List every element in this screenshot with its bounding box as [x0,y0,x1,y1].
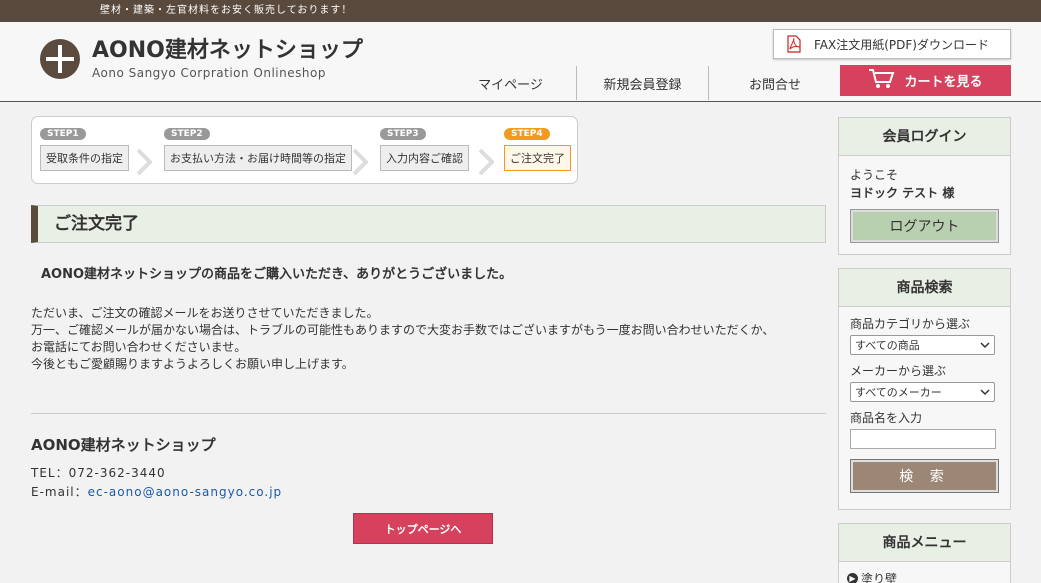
main-content: STEP1 受取条件の指定 STEP2 お支払い方法・お届け時間等の指定 STE… [31,116,826,544]
nav-contact[interactable]: お問合せ [709,66,841,100]
step-2-badge: STEP2 [164,128,210,140]
shop-tel: TEL：072-362-3440 [31,466,166,480]
category-select[interactable]: すべての商品 [850,335,995,355]
top-page-button[interactable]: トップページへ [353,513,493,544]
chevron-right-icon [136,149,152,175]
category-select-value: すべての商品 [855,339,920,352]
product-search-title: 商品検索 [839,269,1010,307]
step-4: STEP4 ご注文完了 [504,125,571,171]
maker-select[interactable]: すべてのメーカー [850,382,995,402]
step-3: STEP3 入力内容ご確認 [380,125,469,171]
chevron-down-icon [980,339,990,352]
divider [31,413,826,414]
maker-label: メーカーから選ぶ [850,364,947,378]
view-cart-button[interactable]: カートを見る [840,65,1011,96]
logo-title: AONO建材ネットショップ [92,38,363,63]
product-menu-title: 商品メニュー [839,524,1010,562]
site-logo[interactable]: AONO建材ネットショップ Aono Sangyo Corpration Onl… [40,38,363,80]
logo-subtitle: Aono Sangyo Corpration Onlineshop [92,66,326,80]
welcome-text: ようこそ [850,168,899,182]
step-3-badge: STEP3 [380,128,426,140]
maker-select-value: すべてのメーカー [855,386,942,399]
topbar-text: 壁材・建築・左官材料をお安く販売しております！ [100,5,353,16]
confirmation-line: 万一、ご確認メールが届かない場合は、トラブルの可能性もありますので大変お手数では… [31,323,775,337]
nav-mypage[interactable]: マイページ [445,66,577,100]
step-1-badge: STEP1 [40,128,86,140]
chevron-right-circle-icon: ▶ [847,573,858,583]
member-name: ヨドック テスト 様 [850,186,955,200]
chevron-down-icon [980,386,990,399]
shop-email-label: E-mail： [31,485,88,499]
topbar: 壁材・建築・左官材料をお安く販売しております！ [0,0,1041,22]
logout-button[interactable]: ログアウト [851,210,998,242]
shop-name: AONO建材ネットショップ [31,436,216,454]
step-4-label: ご注文完了 [504,145,571,171]
chevron-right-icon [352,149,368,175]
fax-download-label: FAX注文用紙(PDF)ダウンロード [814,37,989,52]
step-1-label: 受取条件の指定 [40,145,129,171]
product-menu-box: 商品メニュー ▶ 塗り壁 [838,523,1011,583]
view-cart-label: カートを見る [904,75,983,90]
confirmation-line: 今後ともご愛顧賜りますようよろしくお願い申し上げます。 [31,357,354,371]
product-search-box: 商品検索 商品カテゴリから選ぶ すべての商品 メーカーから選ぶ すべてのメーカー… [838,268,1011,510]
step-4-badge: STEP4 [504,128,550,140]
step-2: STEP2 お支払い方法・お届け時間等の指定 [164,125,352,171]
confirmation-line: お電話にてお問い合わせくださいませ。 [31,340,247,354]
shop-email-link[interactable]: ec-aono@aono-sangyo.co.jp [88,485,283,499]
nav-register[interactable]: 新規会員登録 [577,66,709,100]
step-2-label: お支払い方法・お届け時間等の指定 [164,145,352,171]
page-title: ご注文完了 [31,205,826,243]
confirmation-text: ただいま、ご注文の確認メールをお送りさせていただきました。 万一、ご確認メールが… [31,305,826,373]
step-3-label: 入力内容ご確認 [380,145,469,171]
category-label: 商品カテゴリから選ぶ [850,317,971,331]
cart-icon [868,68,896,94]
chevron-right-icon [478,149,494,175]
pdf-icon [786,35,802,53]
search-button[interactable]: 検 索 [851,460,998,492]
fax-download-button[interactable]: FAX注文用紙(PDF)ダウンロード [773,29,1011,59]
product-name-label: 商品名を入力 [850,411,923,425]
menu-item-nurikabe[interactable]: ▶ 塗り壁 [839,562,1010,583]
member-login-title: 会員ログイン [839,118,1010,156]
menu-item-label: 塗り壁 [861,572,898,583]
logo-mark-icon [40,39,80,79]
step-1: STEP1 受取条件の指定 [40,125,129,171]
header-nav: マイページ 新規会員登録 お問合せ [445,66,841,100]
member-login-box: 会員ログイン ようこそ ヨドック テスト 様 ログアウト [838,117,1011,255]
shop-contact-info: TEL：072-362-3440 E-mail：ec-aono@aono-san… [31,464,826,502]
confirmation-line: ただいま、ご注文の確認メールをお送りさせていただきました。 [31,306,379,320]
thanks-message: AONO建材ネットショップの商品をご購入いただき、ありがとうございました。 [41,267,513,282]
checkout-steps: STEP1 受取条件の指定 STEP2 お支払い方法・お届け時間等の指定 STE… [31,116,578,184]
product-name-input[interactable] [850,429,996,449]
